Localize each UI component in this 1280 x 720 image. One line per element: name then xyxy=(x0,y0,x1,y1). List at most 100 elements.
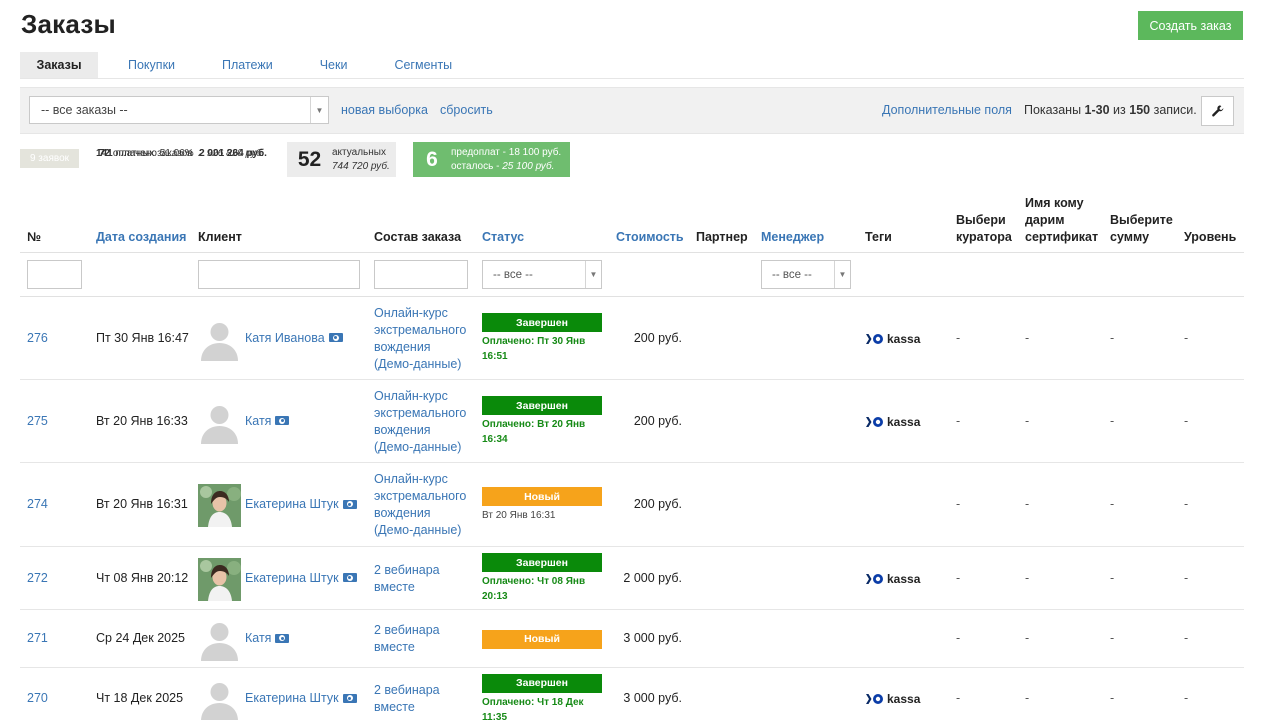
order-composition-link[interactable]: Онлайн-курс экстремального вождения (Демо-д… xyxy=(374,305,474,373)
tab-orders[interactable]: Заказы xyxy=(20,52,98,78)
tab-receipts[interactable]: Чеки xyxy=(320,52,348,78)
composition-line[interactable]: Онлайн-курс xyxy=(374,471,474,488)
requests-badge[interactable]: 9 заявок xyxy=(20,149,79,168)
order-number-link[interactable]: 271 xyxy=(27,631,48,645)
status-note-line: Оплачено: Пт 30 Янв xyxy=(482,336,586,347)
status-badge: Завершен xyxy=(482,313,602,332)
id-card-icon[interactable] xyxy=(342,693,357,703)
order-date: Ср 24 Дек 2025 xyxy=(96,631,185,645)
kassa-label: kassa xyxy=(887,692,921,706)
id-card-icon[interactable] xyxy=(342,573,357,582)
client-name-link[interactable]: Екатерина Штук xyxy=(245,691,357,705)
client-name[interactable]: Катя Иванова xyxy=(245,331,325,345)
order-composition-link[interactable]: 2 вебинара вместе xyxy=(374,562,474,596)
id-card-icon[interactable] xyxy=(275,633,290,643)
composition-line[interactable]: экстремального xyxy=(374,322,474,339)
col-status[interactable]: Статус xyxy=(482,229,524,246)
client-name-link[interactable]: Екатерина Штук xyxy=(245,497,357,511)
order-selection-select[interactable]: -- все заказы -- ▼ xyxy=(29,96,329,124)
curator-value: - xyxy=(956,330,961,345)
status-filter-select[interactable]: -- все -- ▼ xyxy=(482,260,602,289)
tab-segments[interactable]: Сегменты xyxy=(394,52,452,78)
composition-line[interactable]: Онлайн-курс xyxy=(374,305,474,322)
order-number-link[interactable]: 276 xyxy=(27,331,48,345)
curator-value: - xyxy=(956,631,961,645)
avatar[interactable] xyxy=(198,401,241,444)
composition-line[interactable]: вождения xyxy=(374,422,474,439)
client-name[interactable]: Катя xyxy=(245,414,271,428)
tab-purchases[interactable]: Покупки xyxy=(128,52,175,78)
manager-filter-select[interactable]: -- все -- ▼ xyxy=(761,260,851,289)
composition-line[interactable]: (Демо-данные) xyxy=(374,356,474,373)
avatar[interactable] xyxy=(198,484,241,527)
kassa-label: kassa xyxy=(887,571,921,586)
composition-filter-input[interactable] xyxy=(374,260,468,289)
table-header: № Дата создания Клиент Состав заказа Ста… xyxy=(0,190,1280,252)
curator-value: - xyxy=(956,570,961,585)
order-composition-link[interactable]: Онлайн-курс экстремального вождения (Демо-д… xyxy=(374,471,474,539)
id-card-icon[interactable] xyxy=(275,416,290,425)
client-name-link[interactable]: Катя xyxy=(245,631,290,645)
col-manager[interactable]: Менеджер xyxy=(761,229,824,246)
order-composition-link[interactable]: 2 вебинара вместе xyxy=(374,622,474,656)
number-filter-input[interactable] xyxy=(27,260,82,289)
col-created[interactable]: Дата создания xyxy=(96,229,186,246)
composition-line[interactable]: вождения xyxy=(374,339,474,356)
composition-line[interactable]: (Демо-данные) xyxy=(374,522,474,539)
order-composition-link[interactable]: 2 вебинара вместе xyxy=(374,682,474,716)
level-value: - xyxy=(1184,570,1189,585)
avatar[interactable] xyxy=(198,618,241,661)
sum-value: - xyxy=(1110,691,1115,705)
composition-line[interactable]: вместе xyxy=(374,579,474,596)
client-filter-input[interactable] xyxy=(198,260,360,289)
composition-line[interactable]: 2 вебинара xyxy=(374,562,474,579)
client-name[interactable]: Катя xyxy=(245,631,271,645)
order-number-link[interactable]: 275 xyxy=(27,414,48,428)
order-number-link[interactable]: 274 xyxy=(27,497,48,511)
sum-value: - xyxy=(1110,570,1115,585)
id-card-icon[interactable] xyxy=(342,499,357,509)
create-order-button[interactable]: Создать заказ xyxy=(1138,11,1243,40)
settings-button[interactable] xyxy=(1201,96,1234,126)
composition-line[interactable]: 2 вебинара xyxy=(374,622,474,639)
prepay-box[interactable]: 6 предоплат - 18 100 руб. осталось - 25 … xyxy=(413,142,570,177)
table-row: 275 Вт 20 Янв 16:33 Катя Онлайн-курс экстрем… xyxy=(0,380,1280,463)
col-composition: Состав заказа xyxy=(374,230,462,244)
reset-link[interactable]: сбросить xyxy=(440,103,493,117)
id-card-icon[interactable] xyxy=(328,333,343,342)
col-cost[interactable]: Стоимость xyxy=(616,229,684,246)
client-name-link[interactable]: Екатерина Штук xyxy=(245,571,357,585)
composition-line[interactable]: (Демо-данные) xyxy=(374,439,474,456)
avatar[interactable] xyxy=(198,557,241,601)
client-name[interactable]: Екатерина Штук xyxy=(245,497,339,511)
actual-orders-box[interactable]: 52 актуальных 744 720 руб. xyxy=(287,142,396,177)
status-note-line: Оплачено: Вт 20 Янв xyxy=(482,419,586,430)
order-number-link[interactable]: 270 xyxy=(27,691,48,705)
order-composition-link[interactable]: Онлайн-курс экстремального вождения (Демо-д… xyxy=(374,388,474,456)
composition-line[interactable]: вместе xyxy=(374,639,474,656)
composition-line[interactable]: 2 вебинара xyxy=(374,682,474,699)
extra-fields-link[interactable]: Дополнительные поля xyxy=(882,103,1012,117)
order-date: Пт 30 Янв 16:47 xyxy=(96,330,189,345)
tab-payments[interactable]: Платежи xyxy=(222,52,273,78)
status-note-line: 11:35 xyxy=(482,711,508,720)
status-note-line: 16:51 xyxy=(482,351,508,362)
order-number-link[interactable]: 272 xyxy=(27,571,48,585)
avatar[interactable] xyxy=(198,318,241,361)
composition-line[interactable]: вместе xyxy=(374,699,474,716)
client-name-link[interactable]: Катя xyxy=(245,414,290,428)
client-name[interactable]: Екатерина Штук xyxy=(245,571,339,585)
new-selection-link[interactable]: новая выборка xyxy=(341,103,428,117)
composition-line[interactable]: экстремального xyxy=(374,488,474,505)
client-name-link[interactable]: Катя Иванова xyxy=(245,331,343,345)
table-row: 272 Чт 08 Янв 20:12 Екатерина Штук 2 вебина… xyxy=(0,547,1280,610)
composition-line[interactable]: вождения xyxy=(374,505,474,522)
level-value: - xyxy=(1184,413,1189,428)
gift-value: - xyxy=(1025,570,1030,585)
composition-line[interactable]: экстремального xyxy=(374,405,474,422)
wrench-icon xyxy=(1211,105,1223,117)
status-badge: Новый xyxy=(482,629,602,649)
client-name[interactable]: Екатерина Штук xyxy=(245,691,339,705)
avatar[interactable] xyxy=(198,678,241,720)
composition-line[interactable]: Онлайн-курс xyxy=(374,388,474,405)
